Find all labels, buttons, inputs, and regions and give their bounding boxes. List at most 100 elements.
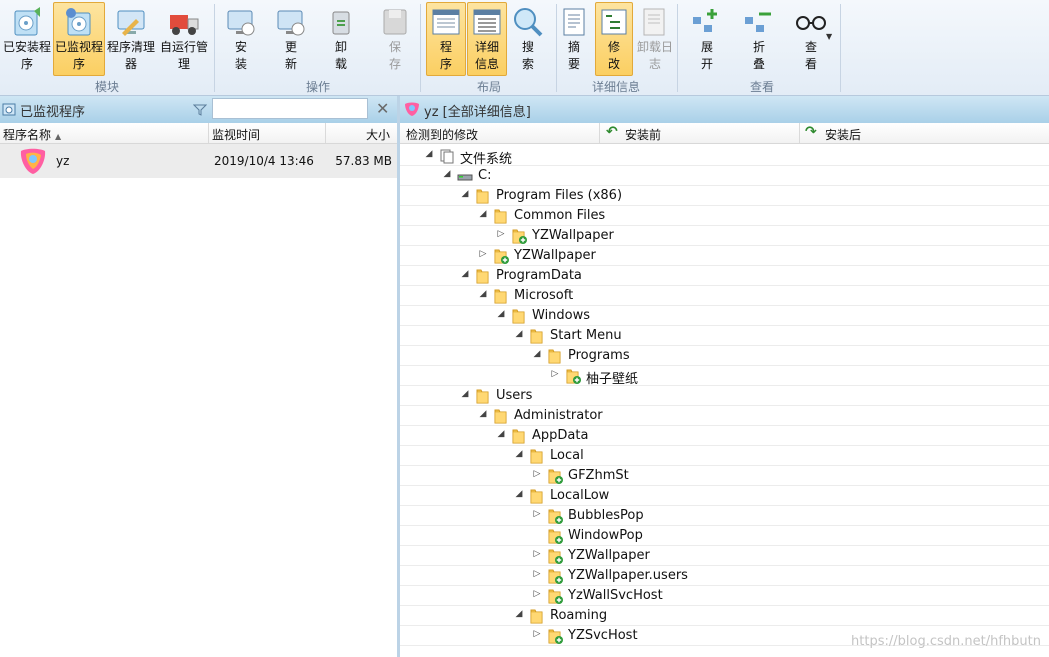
group-label-view: 查看 [749, 80, 774, 94]
details-panel: yz [全部详细信息] 检测到的修改 ↶ 安装前 ↷ 安装后 ◢ 文件系统 ◢ C: ◢… [400, 96, 1049, 657]
collapse-node-icon[interactable]: ◢ [514, 489, 524, 499]
expand-node-icon[interactable]: ▷ [478, 249, 488, 259]
tree-node[interactable]: ◢ Common Files [400, 206, 1049, 226]
collapse-node-icon[interactable]: ◢ [478, 209, 488, 219]
group-label-actions: 操作 [305, 80, 330, 94]
expand-node-icon[interactable]: ▷ [532, 509, 542, 519]
tree-node[interactable]: ▷ YZWallpaper [400, 226, 1049, 246]
tree-node[interactable]: ◢ 文件系统 [400, 146, 1049, 167]
program-layout-icon [432, 9, 460, 35]
collapse-node-icon[interactable]: ◢ [496, 429, 506, 439]
tree-node[interactable]: ◢ Windows [400, 306, 1049, 326]
save-button[interactable]: 保存 [376, 2, 414, 76]
tree-node-label: Common Files [514, 208, 606, 223]
search-button[interactable]: 搜索 [508, 2, 548, 76]
tree-node[interactable]: ◢ Users [400, 386, 1049, 406]
tree-node[interactable]: ◢ Local [400, 446, 1049, 466]
collapse-node-icon[interactable]: ◢ [514, 329, 524, 339]
program-layout-button[interactable]: 程序 [426, 2, 466, 76]
expand-node-icon[interactable]: ▷ [496, 229, 506, 239]
folder-added-icon [548, 509, 563, 524]
collapse-node-icon[interactable]: ◢ [478, 409, 488, 419]
column-divider [208, 123, 209, 143]
folder-added-icon [548, 629, 563, 644]
program-cleaner-button[interactable]: 程序清理器 [106, 2, 156, 76]
monitored-programs-button[interactable]: 已监视程序 [53, 2, 105, 76]
install-button[interactable]: 安装 [222, 2, 260, 76]
ribbon-toolbar: 已安装程序 已监视程序 程序清理器 自运行管理 模块 安装 更新 卸载 保存 操… [0, 0, 1049, 96]
tree-node[interactable]: ▷ YzWallSvcHost [400, 586, 1049, 606]
tree-node[interactable]: ◢ LocalLow [400, 486, 1049, 506]
tree-node[interactable]: ▷ YZWallpaper [400, 546, 1049, 566]
column-header-name[interactable]: 程序名称 ▲ [3, 126, 61, 143]
collapse-node-icon[interactable]: ◢ [460, 269, 470, 279]
column-header-changes[interactable]: 检测到的修改 [406, 126, 478, 143]
expand-node-icon[interactable]: ▷ [532, 629, 542, 639]
tree-node[interactable]: ▷ GFZhmSt [400, 466, 1049, 486]
uninstall-log-button[interactable]: 卸载日志 [635, 2, 673, 76]
folder-icon [512, 429, 525, 444]
installed-programs-button[interactable]: 已安装程序 [2, 2, 52, 76]
collapse-node-icon[interactable]: ◢ [478, 289, 488, 299]
redo-arrow-icon: ↷ [805, 124, 817, 140]
tree-node[interactable]: ◢ Program Files (x86) [400, 186, 1049, 206]
summary-button[interactable]: 摘要 [556, 2, 592, 76]
program-row[interactable]: yz 2019/10/4 13:46 57.83 MB [0, 144, 397, 178]
modifications-icon [601, 9, 627, 35]
tree-node-label: AppData [532, 428, 589, 443]
tree-node[interactable]: ▷ 柚子壁纸 [400, 366, 1049, 387]
folder-added-icon [548, 549, 563, 564]
tree-node[interactable]: ◢ Programs [400, 346, 1049, 366]
details-layout-button[interactable]: 详细信息 [467, 2, 507, 76]
tree-node[interactable]: ◢ ProgramData [400, 266, 1049, 286]
group-label-details: 详细信息 [591, 80, 640, 94]
view-dropdown-caret-icon[interactable]: ▼ [826, 32, 832, 41]
expand-node-icon[interactable]: ▷ [550, 369, 560, 379]
tree-node[interactable]: ◢ AppData [400, 426, 1049, 446]
tree-node[interactable]: ◢ C: [400, 166, 1049, 186]
expand-node-icon[interactable]: ▷ [532, 549, 542, 559]
tree-node-label: ProgramData [496, 268, 582, 283]
tree-node[interactable]: ▷ YZWallpaper [400, 246, 1049, 266]
expand-node-icon[interactable]: ▷ [532, 589, 542, 599]
tree-node[interactable]: ▷ BubblesPop [400, 506, 1049, 526]
autorun-manager-button[interactable]: 自运行管理 [158, 2, 210, 76]
collapse-node-icon[interactable]: ◢ [496, 309, 506, 319]
uninstall-button[interactable]: 卸载 [322, 2, 360, 76]
column-header-before[interactable]: 安装前 [625, 126, 661, 143]
collapse-node-icon[interactable]: ◢ [460, 389, 470, 399]
folder-icon [530, 329, 543, 344]
expand-node-icon[interactable]: ▷ [532, 569, 542, 579]
collapse-node-icon[interactable]: ◢ [532, 349, 542, 359]
modifications-button[interactable]: 修改 [595, 2, 633, 76]
program-search-input[interactable] [212, 98, 368, 119]
tree-node-label: Users [496, 388, 533, 403]
expand-button[interactable]: 展开 [688, 2, 726, 76]
column-header-after[interactable]: 安装后 [825, 126, 861, 143]
tree-node-label: Administrator [514, 408, 603, 423]
filter-icon[interactable] [193, 103, 207, 117]
expand-node-icon[interactable]: ▷ [532, 469, 542, 479]
collapse-node-icon[interactable]: ◢ [460, 189, 470, 199]
column-header-time[interactable]: 监视时间 [212, 126, 260, 143]
collapse-node-icon[interactable]: ◢ [514, 609, 524, 619]
monitored-programs-small-icon [2, 103, 16, 116]
collapse-button[interactable]: 折叠 [740, 2, 778, 76]
autorun-manager-icon [170, 15, 199, 35]
folder-icon [548, 349, 561, 364]
tree-node[interactable]: ◢ Start Menu [400, 326, 1049, 346]
collapse-node-icon[interactable]: ◢ [514, 449, 524, 459]
update-button[interactable]: 更新 [272, 2, 310, 76]
tree-node[interactable]: ◢ Administrator [400, 406, 1049, 426]
uninstall-icon [332, 11, 350, 35]
clear-search-icon[interactable]: ✕ [376, 99, 389, 118]
tree-node-label: Program Files (x86) [496, 188, 623, 203]
tree-node[interactable]: WindowPop [400, 526, 1049, 546]
collapse-node-icon[interactable]: ◢ [424, 149, 434, 159]
tree-node[interactable]: ▷ YZWallpaper.users [400, 566, 1049, 586]
column-divider [799, 123, 800, 143]
collapse-node-icon[interactable]: ◢ [442, 169, 452, 179]
tree-node[interactable]: ◢ Microsoft [400, 286, 1049, 306]
column-header-size[interactable]: 大小 [366, 126, 390, 143]
tree-node[interactable]: ◢ Roaming [400, 606, 1049, 626]
